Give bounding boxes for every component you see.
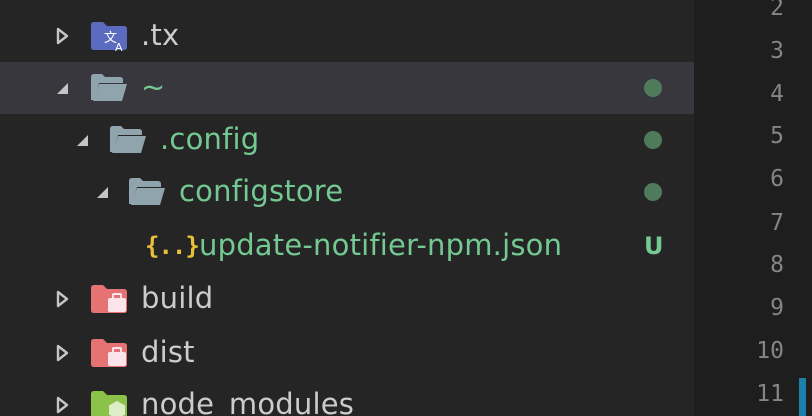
- chevron-right-icon[interactable]: [50, 273, 74, 325]
- line-number: 3: [770, 38, 784, 64]
- git-modified-dot: [644, 183, 662, 201]
- line-number: 6: [770, 166, 784, 192]
- tree-item-configstore[interactable]: configstore: [0, 166, 694, 218]
- editor-gutter: 2 3 4 5 6 7 8 9 10 11: [694, 0, 812, 416]
- line-number: 4: [770, 81, 784, 107]
- folder-build-icon: [90, 273, 128, 325]
- line-number: 11: [756, 381, 784, 407]
- tree-item-label: ~: [141, 70, 166, 104]
- file-explorer: 文 A .tx ~ .config configstore {..} updat…: [0, 0, 694, 416]
- tree-item-build[interactable]: build: [0, 273, 694, 325]
- folder-node-icon: [90, 379, 128, 416]
- modified-line-indicator: [799, 378, 806, 416]
- tree-item-label: update-notifier-npm.json: [199, 228, 563, 262]
- git-untracked-badge: U: [644, 232, 664, 260]
- tree-item-label: build: [141, 281, 214, 315]
- tree-item-label: .config: [160, 122, 260, 156]
- chevron-right-icon[interactable]: [50, 379, 74, 416]
- tree-item-dist[interactable]: dist: [0, 327, 694, 379]
- tree-item-node-modules[interactable]: node_modules: [0, 379, 694, 416]
- tree-item-label: node_modules: [141, 387, 355, 416]
- line-number: 8: [770, 252, 784, 278]
- folder-dist-icon: [90, 327, 128, 379]
- json-file-icon: {..}: [145, 232, 200, 260]
- chevron-right-icon[interactable]: [50, 10, 74, 62]
- tree-item-label: .tx: [141, 18, 180, 52]
- line-number: 7: [770, 210, 784, 236]
- git-modified-dot: [644, 79, 662, 97]
- tree-item-home[interactable]: ~: [0, 62, 694, 114]
- tree-item-label: configstore: [179, 174, 344, 208]
- chevron-right-icon[interactable]: [50, 327, 74, 379]
- folder-translation-icon: 文 A: [90, 10, 128, 62]
- chevron-down-icon[interactable]: [50, 62, 74, 114]
- line-number: 5: [770, 123, 784, 149]
- line-number: 10: [756, 338, 784, 364]
- tree-item-tx[interactable]: 文 A .tx: [0, 10, 694, 62]
- line-number: 9: [770, 295, 784, 321]
- folder-open-icon: [109, 114, 147, 166]
- tree-item-config[interactable]: .config: [0, 114, 694, 166]
- chevron-down-icon[interactable]: [90, 166, 114, 218]
- svg-text:A: A: [115, 41, 123, 52]
- tree-item-update-notifier-json[interactable]: {..} update-notifier-npm.json U: [0, 220, 694, 272]
- folder-open-icon: [90, 62, 128, 114]
- line-number: 2: [770, 0, 784, 21]
- git-modified-dot: [644, 131, 662, 149]
- chevron-down-icon[interactable]: [70, 114, 94, 166]
- tree-item-label: dist: [141, 335, 195, 369]
- editor-window: 文 A .tx ~ .config configstore {..} updat…: [0, 0, 812, 416]
- folder-open-icon: [128, 166, 166, 218]
